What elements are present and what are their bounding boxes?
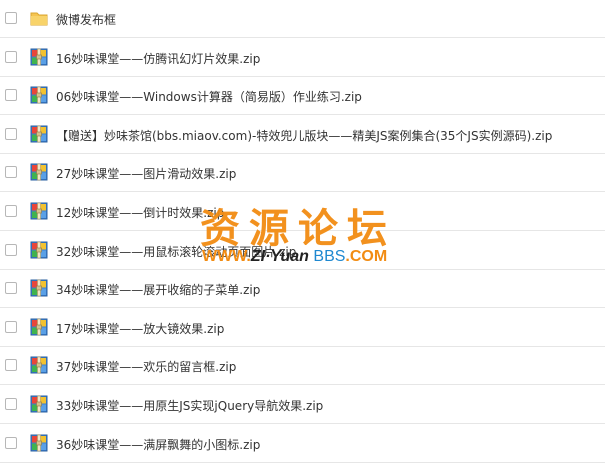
watermark-bbs: BBS [313,248,346,265]
row-checkbox[interactable] [5,320,17,333]
row-checkbox[interactable] [5,127,17,140]
watermark-www: WWW. [202,248,251,265]
list-item[interactable]: 【赠送】妙味茶馆(bbs.miaov.com)-特效兜儿版块——精美JS案例集合… [0,116,605,154]
row-checkbox[interactable] [5,359,17,372]
row-checkbox[interactable] [5,166,17,179]
zip-archive-icon [30,318,48,336]
file-name[interactable]: 06妙味课堂——Windows计算器（简易版）作业练习.zip [56,88,362,105]
list-item[interactable]: 37妙味课堂——欢乐的留言框.zip [0,347,605,386]
watermark-com: .COM [345,248,388,265]
file-name[interactable]: 27妙味课堂——图片滑动效果.zip [56,165,236,182]
file-name[interactable]: 37妙味课堂——欢乐的留言框.zip [56,358,236,375]
zip-archive-icon [30,395,48,413]
row-checkbox[interactable] [5,398,17,410]
list-item[interactable]: 36妙味课堂——满屏飘舞的小图标.zip [0,425,605,463]
file-name[interactable]: 36妙味课堂——满屏飘舞的小图标.zip [56,436,260,453]
folder-icon [30,9,48,27]
zip-archive-icon [30,86,48,104]
file-name[interactable]: 【赠送】妙味茶馆(bbs.miaov.com)-特效兜儿版块——精美JS案例集合… [56,127,552,144]
row-checkbox[interactable] [5,205,17,217]
watermark-zi: ZI [250,248,266,265]
zip-archive-icon [30,279,48,297]
row-checkbox[interactable] [5,436,17,449]
list-item[interactable]: 33妙味课堂——用原生JS实现jQuery导航效果.zip [0,386,605,424]
list-item[interactable]: 17妙味课堂——放大镜效果.zip [0,309,605,347]
watermark-title: 资源论坛 [200,205,396,252]
zip-archive-icon [30,48,48,66]
list-item[interactable]: 06妙味课堂——Windows计算器（简易版）作业练习.zip [0,77,605,116]
zip-archive-icon [30,241,48,259]
zip-archive-icon [30,163,48,181]
list-item[interactable]: 微博发布框 [0,0,605,38]
list-item[interactable]: 34妙味课堂——展开收缩的子菜单.zip [0,270,605,309]
zip-archive-icon [30,202,48,220]
zip-archive-icon [30,356,48,374]
zip-archive-icon [30,434,48,452]
row-checkbox[interactable] [5,89,17,102]
file-name[interactable]: 17妙味课堂——放大镜效果.zip [56,320,224,337]
list-item[interactable]: 27妙味课堂——图片滑动效果.zip [0,154,605,193]
row-checkbox[interactable] [5,282,17,295]
row-checkbox[interactable] [5,50,17,63]
file-name[interactable]: 微博发布框 [56,11,116,28]
watermark-url: WWW.ZI·Yuan BBS.COM [202,248,387,266]
list-item[interactable]: 16妙味课堂——仿腾讯幻灯片效果.zip [0,39,605,77]
file-name[interactable]: 33妙味课堂——用原生JS实现jQuery导航效果.zip [56,397,323,414]
row-checkbox[interactable] [5,12,17,24]
zip-archive-icon [30,125,48,143]
watermark-yuan: ·Yuan [265,248,309,265]
file-name[interactable]: 34妙味课堂——展开收缩的子菜单.zip [56,281,260,298]
file-name[interactable]: 16妙味课堂——仿腾讯幻灯片效果.zip [56,50,260,67]
row-checkbox[interactable] [5,243,17,256]
